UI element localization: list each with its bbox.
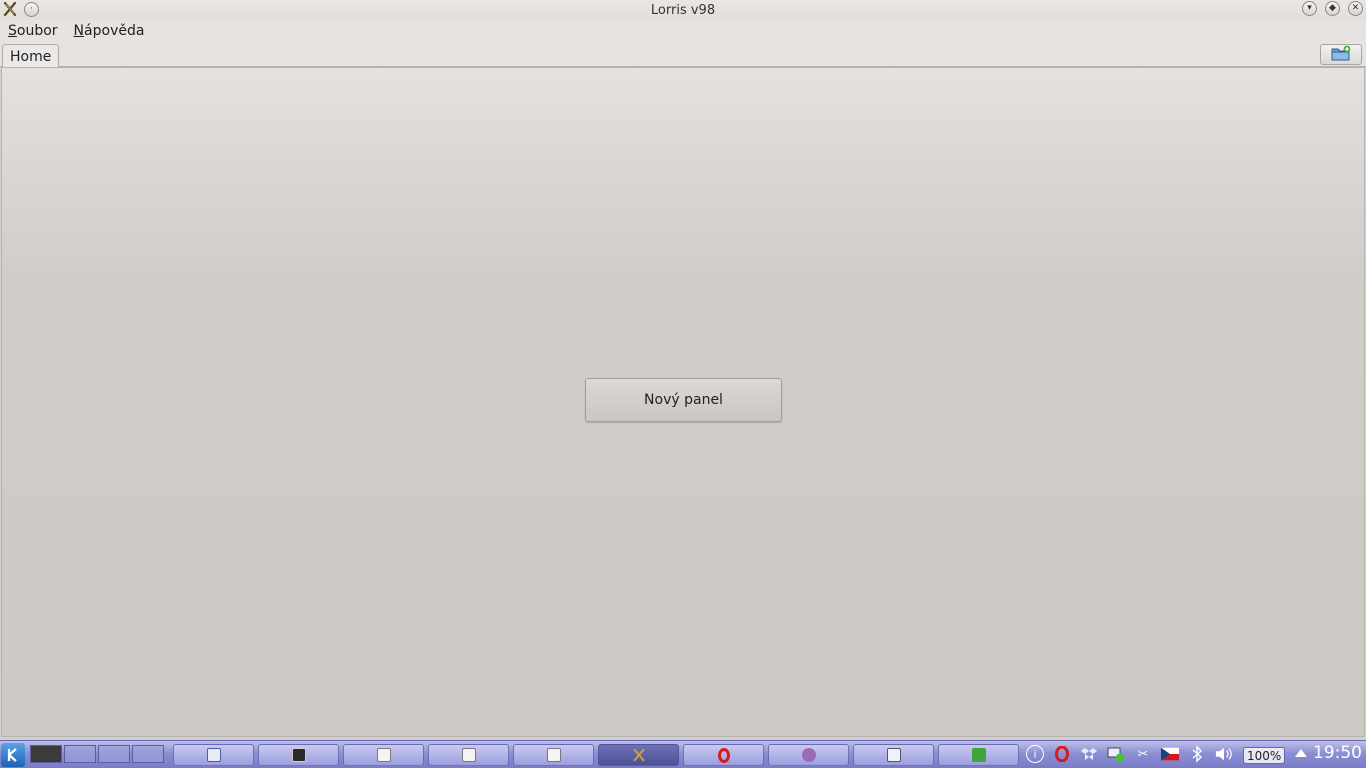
pidgin-icon — [801, 748, 816, 762]
keep-on-all-desktops-button[interactable]: · — [24, 1, 39, 17]
zoom-level-indicator[interactable]: 100% — [1243, 747, 1286, 764]
qt-icon — [971, 748, 986, 762]
document-icon — [546, 748, 561, 762]
menu-help-mnemonic: N — [73, 23, 85, 39]
tray-expand-arrow-icon[interactable] — [1295, 749, 1307, 757]
new-panel-label: Nový panel — [644, 392, 723, 408]
notes-icon — [206, 748, 221, 762]
taskbar: i ✂ 100% 19:50 — [0, 740, 1366, 768]
kde-menu-icon[interactable] — [1, 743, 25, 767]
desktop-2[interactable] — [64, 745, 96, 763]
task-terminal[interactable] — [258, 744, 339, 766]
maximize-button[interactable]: ◆ — [1325, 1, 1340, 16]
desktop-3[interactable] — [98, 745, 130, 763]
minimize-button[interactable]: ▾ — [1302, 1, 1317, 16]
document-icon — [461, 748, 476, 762]
tab-home-label: Home — [10, 48, 52, 65]
task-document-2[interactable] — [428, 744, 509, 766]
system-tray: i ✂ — [1026, 745, 1233, 763]
bluetooth-icon[interactable] — [1188, 745, 1206, 763]
desktop-4[interactable] — [132, 745, 164, 763]
close-button[interactable]: ✕ — [1348, 1, 1363, 16]
menu-file-mnemonic: S — [8, 23, 17, 39]
tab-home[interactable]: Home — [2, 44, 60, 68]
document-icon — [376, 748, 391, 762]
menu-file[interactable]: Soubor — [8, 23, 58, 39]
menubar: Soubor Nápověda — [0, 20, 1366, 42]
network-status-icon[interactable] — [1107, 745, 1125, 763]
desktop-1[interactable] — [30, 745, 62, 763]
new-tab-button[interactable] — [1320, 44, 1362, 65]
scissors-icon[interactable]: ✂ — [1134, 745, 1152, 763]
task-qt[interactable] — [938, 744, 1019, 766]
window-titlebar[interactable]: · Lorris v98 ▾ ◆ ✕ — [0, 0, 1366, 20]
window-title: Lorris v98 — [650, 2, 716, 18]
task-network[interactable] — [853, 744, 934, 766]
terminal-icon — [291, 748, 306, 762]
zoom-level-label: 100% — [1247, 748, 1282, 763]
info-icon[interactable]: i — [1026, 745, 1044, 763]
task-document-1[interactable] — [343, 744, 424, 766]
opera-icon — [717, 747, 730, 763]
lorris-app-icon[interactable] — [2, 1, 18, 17]
dropbox-icon[interactable] — [1080, 745, 1098, 763]
clock[interactable]: 19:50 — [1313, 743, 1362, 763]
volume-icon[interactable] — [1215, 745, 1233, 763]
czech-flag-icon[interactable] — [1161, 745, 1179, 763]
task-opera[interactable] — [683, 744, 764, 766]
new-panel-button[interactable]: Nový panel — [585, 378, 782, 422]
task-lorris[interactable] — [598, 744, 679, 766]
task-list — [173, 744, 1019, 766]
menu-help-label: ápověda — [84, 23, 145, 39]
folder-add-icon — [1330, 45, 1352, 65]
lorris-icon — [632, 748, 646, 762]
task-pidgin[interactable] — [768, 744, 849, 766]
home-tab-content: Nový panel — [1, 67, 1365, 737]
menu-file-label: oubor — [16, 23, 58, 39]
task-document-3[interactable] — [513, 744, 594, 766]
menu-help[interactable]: Nápověda — [74, 23, 145, 39]
opera-tray-icon[interactable] — [1053, 745, 1071, 763]
tab-bar: Home — [0, 42, 1366, 68]
network-icon — [886, 748, 901, 762]
desktop-pager[interactable] — [30, 745, 164, 763]
task-notes[interactable] — [173, 744, 254, 766]
